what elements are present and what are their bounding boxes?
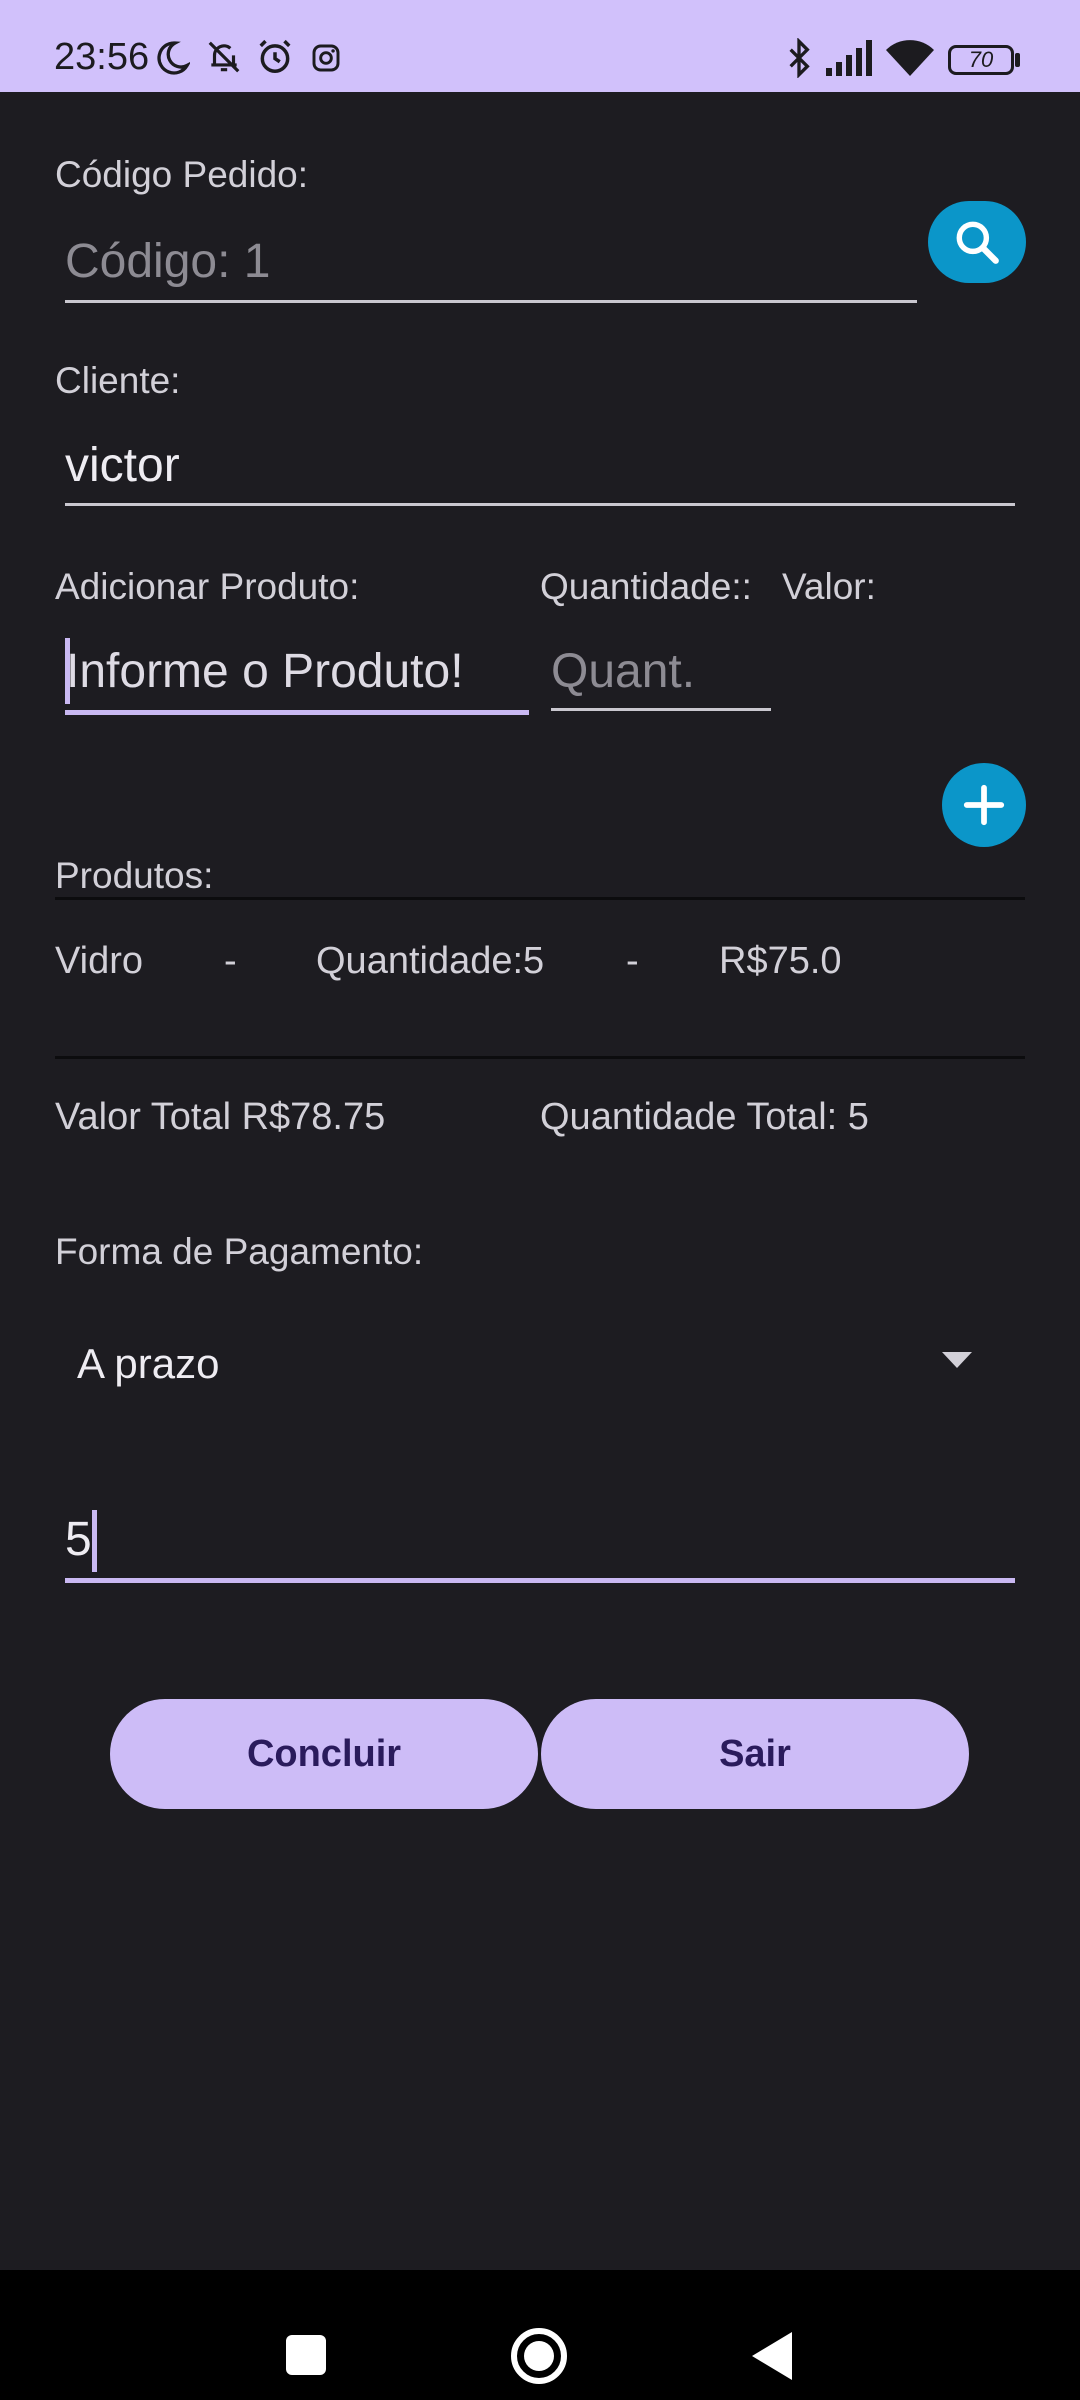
- battery-icon: 70: [948, 45, 1014, 75]
- search-button[interactable]: [928, 201, 1026, 283]
- quantity-input[interactable]: Quant.: [551, 644, 695, 699]
- order-code-label: Código Pedido:: [55, 154, 309, 195]
- order-code-underline: [65, 300, 917, 303]
- total-quantity: Quantidade Total: 5: [540, 1096, 869, 1138]
- value-label: Valor:: [782, 566, 876, 607]
- client-underline: [65, 503, 1015, 506]
- recents-button[interactable]: [286, 2335, 326, 2375]
- installments-underline: [65, 1578, 1015, 1583]
- signal-icon: [826, 40, 872, 76]
- back-button[interactable]: [752, 2332, 792, 2380]
- battery-tip: [1015, 53, 1020, 67]
- moon-icon: [157, 41, 190, 75]
- product-name: Vidro: [55, 940, 144, 982]
- search-icon: [956, 221, 999, 264]
- order-code-input[interactable]: Código: 1: [65, 234, 270, 289]
- add-product-button[interactable]: [942, 763, 1026, 847]
- product-underline: [65, 710, 529, 715]
- product-quantity: Quantidade:5: [316, 940, 545, 982]
- exit-button[interactable]: Sair: [541, 1699, 969, 1809]
- plus-icon: [963, 784, 1005, 826]
- bluetooth-icon: [789, 38, 810, 78]
- home-icon-dot: [524, 2341, 554, 2371]
- client-input[interactable]: victor: [65, 438, 180, 493]
- products-label: Produtos:: [55, 855, 214, 896]
- add-product-label: Adicionar Produto:: [55, 566, 360, 607]
- product-separator: -: [224, 940, 237, 982]
- installments-cursor: [92, 1510, 97, 1572]
- quantity-underline: [551, 708, 771, 711]
- status-bar: 23:56 70: [0, 0, 1080, 92]
- chevron-down-icon: [942, 1352, 972, 1368]
- product-price: R$75.0: [719, 940, 842, 982]
- conclude-button[interactable]: Concluir: [110, 1699, 538, 1809]
- total-value: Valor Total R$78.75: [55, 1096, 386, 1138]
- payment-label: Forma de Pagamento:: [55, 1231, 424, 1272]
- alarm-icon: [259, 39, 291, 73]
- battery-level: 70: [968, 47, 994, 72]
- product-input[interactable]: Informe o Produto!: [66, 644, 464, 699]
- wifi-icon: [886, 40, 934, 76]
- quantity-label: Quantidade::: [540, 566, 752, 607]
- instagram-icon: [312, 44, 340, 72]
- installments-input[interactable]: 5: [65, 1512, 92, 1567]
- home-button[interactable]: [511, 2328, 567, 2384]
- products-divider-top: [55, 897, 1025, 900]
- products-divider-bottom: [55, 1056, 1025, 1059]
- status-time: 23:56: [54, 36, 150, 78]
- bell-off-icon: [208, 41, 240, 73]
- payment-dropdown[interactable]: A prazo: [55, 1310, 1025, 1420]
- payment-selected: A prazo: [77, 1340, 220, 1387]
- navigation-bar: [0, 2270, 1080, 2400]
- client-label: Cliente:: [55, 360, 181, 401]
- product-separator: -: [626, 940, 639, 982]
